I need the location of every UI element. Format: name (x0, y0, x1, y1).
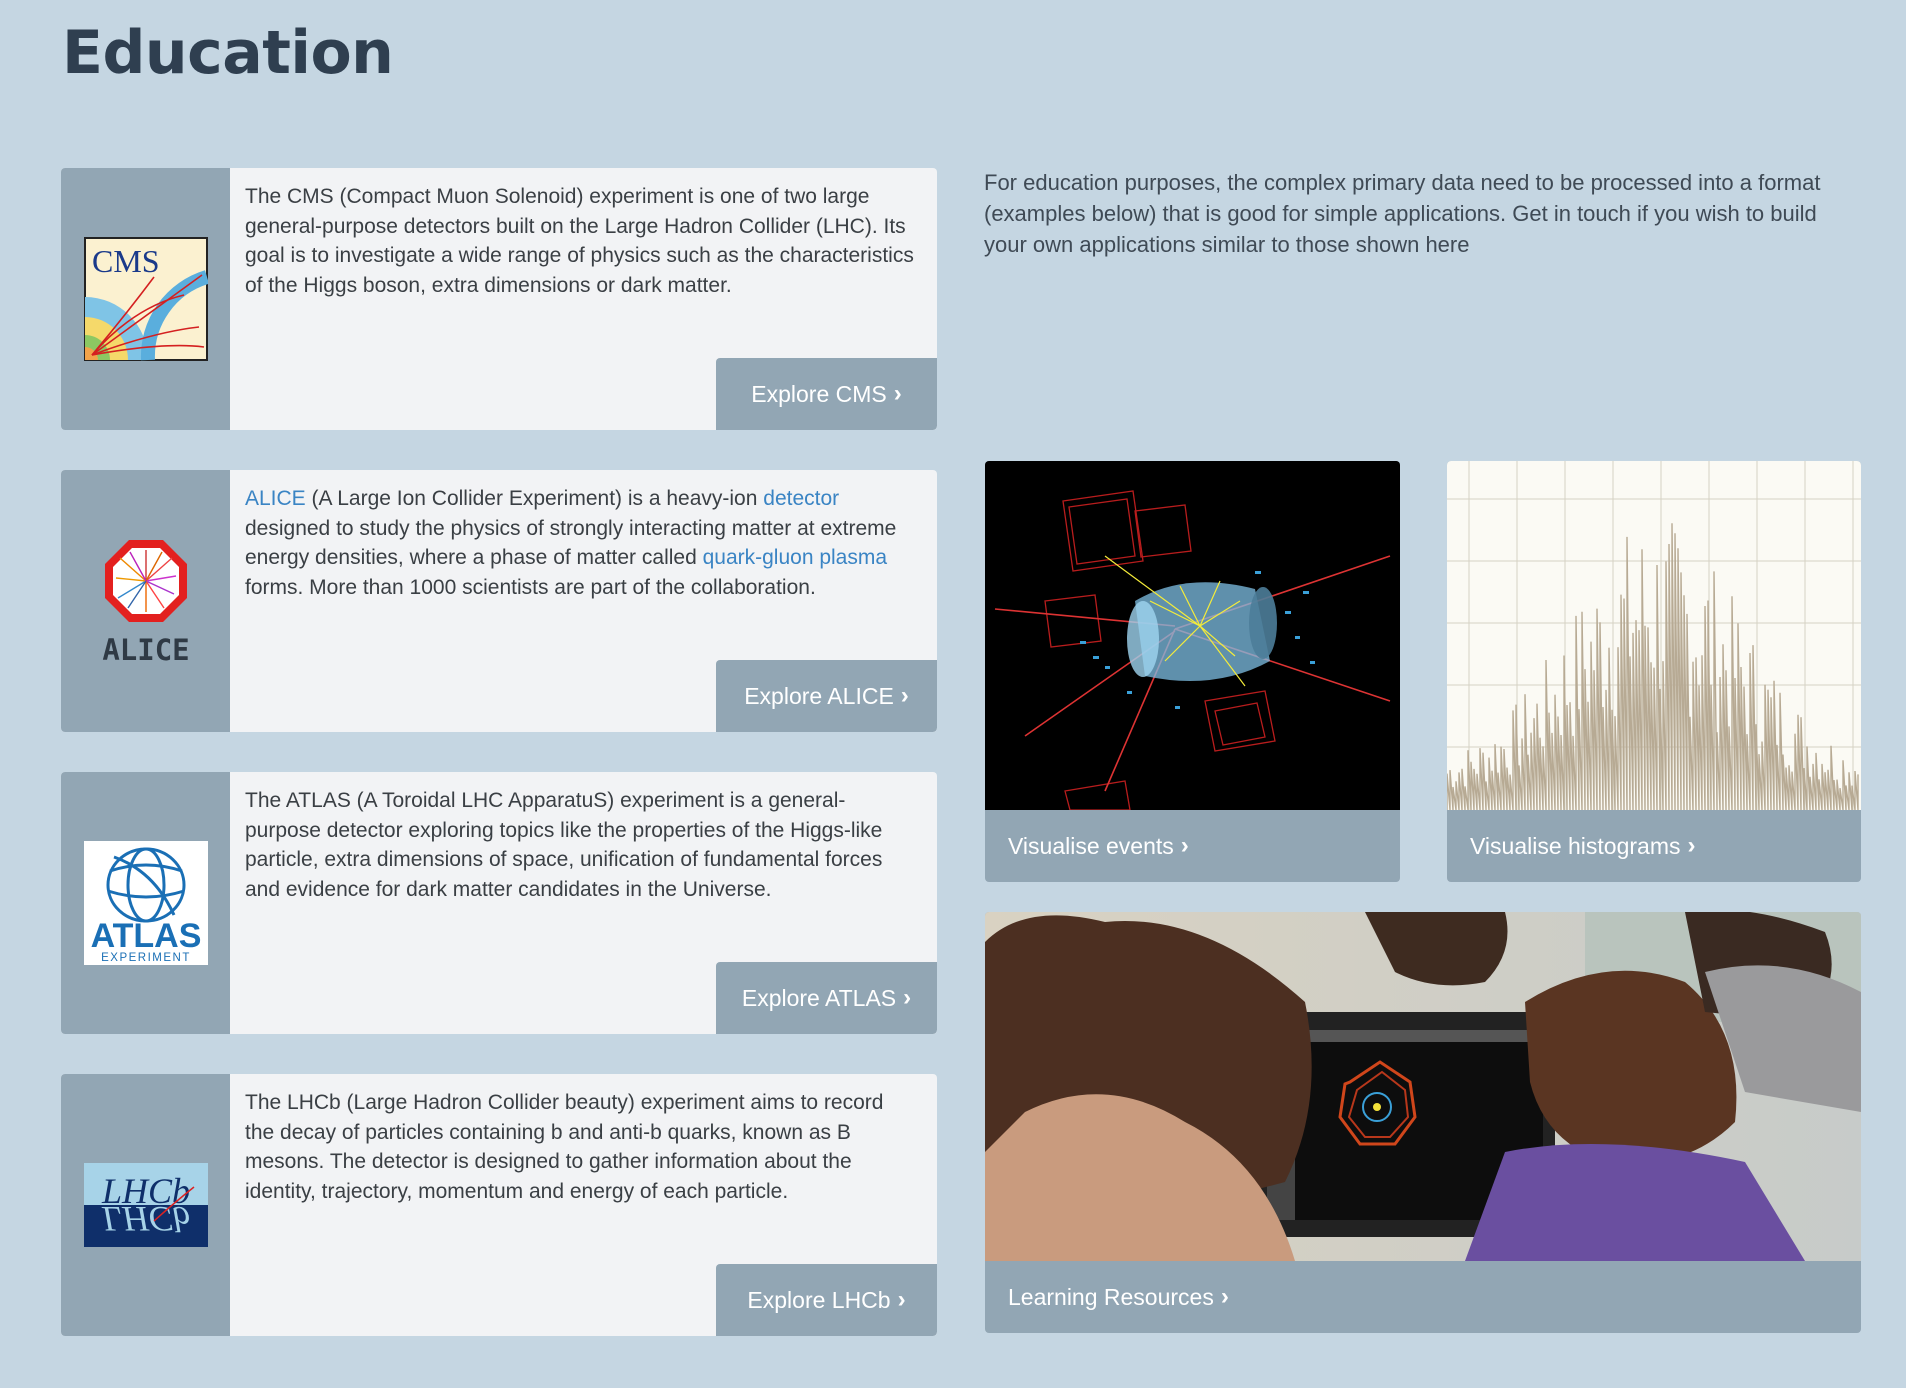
logo-column: ATLAS EXPERIMENT (61, 772, 230, 1034)
lhcb-logo-reflection: LHCb (100, 1199, 189, 1239)
logo-column: CMS (61, 168, 230, 430)
tile-label: Visualise events › (1008, 810, 1189, 882)
experiment-card-lhcb: LHCb LHCb The LHCb (Large Hadron Collide… (61, 1074, 937, 1336)
quark-gluon-plasma-link[interactable]: quark-gluon plasma (703, 546, 887, 569)
histogram-image (1447, 461, 1861, 810)
button-label: Explore CMS (751, 380, 887, 407)
atlas-logo-subtext: EXPERIMENT (101, 952, 191, 964)
button-label: Explore ALICE (744, 682, 894, 709)
explore-atlas-button[interactable]: Explore ATLAS › (716, 962, 937, 1034)
experiment-description: The LHCb (Large Hadron Collider beauty) … (245, 1091, 884, 1203)
visualise-events-label: Visualise events (1008, 832, 1174, 859)
chevron-right-icon: › (900, 682, 909, 709)
experiment-card-alice: ALICE ALICE (A Large Ion Collider Experi… (61, 470, 937, 732)
learning-resources-tile[interactable]: Learning Resources › (985, 912, 1861, 1333)
button-label: Explore ATLAS (741, 984, 897, 1011)
event-display-image (985, 461, 1400, 810)
alice-logo-text: ALICE (102, 633, 189, 666)
chevron-right-icon: › (1220, 1283, 1229, 1310)
logo-column: LHCb LHCb (61, 1074, 230, 1336)
experiment-description: The ATLAS (A Toroidal LHC ApparatuS) exp… (245, 789, 883, 901)
visualise-histograms-tile[interactable]: Visualise histograms › (1447, 461, 1861, 882)
students-photo (985, 912, 1861, 1261)
alice-logo: ALICE (102, 540, 189, 666)
explore-cms-button[interactable]: Explore CMS › (716, 358, 937, 430)
intro-text: For education purposes, the complex prim… (984, 170, 1821, 257)
tile-label: Visualise histograms › (1470, 810, 1696, 882)
visualise-events-tile[interactable]: Visualise events › (985, 461, 1400, 882)
learning-resources-label: Learning Resources (1008, 1283, 1214, 1310)
experiment-card-atlas: ATLAS EXPERIMENT The ATLAS (A Toroidal L… (61, 772, 937, 1034)
lhcb-logo: LHCb LHCb (83, 1163, 208, 1247)
chevron-right-icon: › (903, 984, 912, 1011)
cms-logo: CMS (83, 237, 208, 361)
description-text: (A Large Ion Collider Experiment) is a h… (305, 487, 764, 510)
logo-column: ALICE (61, 470, 230, 732)
chevron-right-icon: › (897, 1286, 906, 1313)
detector-link[interactable]: detector (763, 487, 839, 510)
alice-link[interactable]: ALICE (245, 487, 306, 510)
atlas-logo: ATLAS EXPERIMENT (83, 841, 208, 965)
tile-label: Learning Resources › (1008, 1261, 1229, 1333)
experiment-card-cms: CMS The CMS (Compact Muon Solenoid) expe… (61, 168, 937, 430)
button-label: Explore LHCb (747, 1286, 891, 1313)
chevron-right-icon: › (1687, 832, 1696, 859)
cms-logo-text: CMS (92, 243, 160, 279)
visualise-histograms-label: Visualise histograms (1470, 832, 1681, 859)
page-title: Education (62, 18, 394, 88)
experiment-description: ALICE (A Large Ion Collider Experiment) … (245, 484, 915, 602)
chevron-right-icon: › (1180, 832, 1189, 859)
explore-lhcb-button[interactable]: Explore LHCb › (716, 1264, 937, 1336)
description-text: forms. More than 1000 scientists are par… (245, 575, 816, 599)
chevron-right-icon: › (893, 380, 902, 407)
explore-alice-button[interactable]: Explore ALICE › (716, 660, 937, 732)
experiment-description: The CMS (Compact Muon Solenoid) experime… (245, 185, 914, 297)
atlas-logo-text: ATLAS (90, 917, 201, 955)
